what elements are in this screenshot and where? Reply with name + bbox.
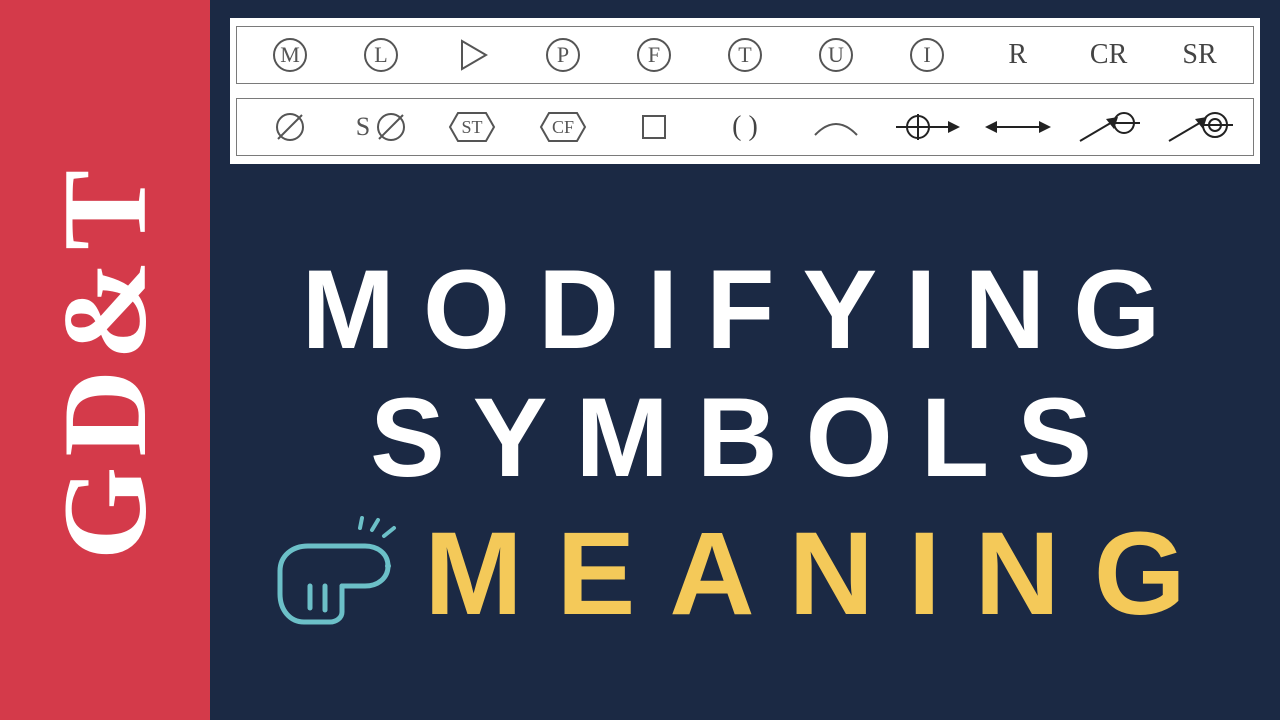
main-panel: M L P F T U I RCRSR S ST CF ( ) MODIFYING SYMBOLS <box>210 0 1280 720</box>
meaning-row: MEANING <box>270 515 1219 633</box>
svg-text:P: P <box>557 42 569 67</box>
svg-text:CF: CF <box>552 117 574 137</box>
circled-t-icon: T <box>700 35 791 75</box>
circled-l-icon: L <box>336 35 427 75</box>
letters-sr-icon: SR <box>1154 39 1245 71</box>
svg-text:T: T <box>738 42 752 67</box>
circled-f-icon: F <box>609 35 700 75</box>
letter-r-icon: R <box>972 39 1063 71</box>
symbol-panel: M L P F T U I RCRSR S ST CF ( ) <box>230 18 1260 164</box>
circled-m-icon: M <box>245 35 336 75</box>
sidebar: GD&T <box>0 0 210 720</box>
arc-icon <box>790 107 881 147</box>
headline-line-2: SYMBOLS <box>370 379 1120 497</box>
circled-u-icon: U <box>790 35 881 75</box>
parentheses-icon: ( ) <box>700 111 791 143</box>
circled-p-icon: P <box>518 35 609 75</box>
circled-i-icon: I <box>881 35 972 75</box>
leader-circle-icon <box>1063 107 1154 147</box>
hex-st-icon: ST <box>427 107 518 147</box>
hex-cf-icon: CF <box>518 107 609 147</box>
svg-text:U: U <box>828 42 844 67</box>
svg-text:L: L <box>375 42 388 67</box>
leader-concentric-icon <box>1154 107 1245 147</box>
symbol-row-1: M L P F T U I RCRSR <box>236 26 1254 84</box>
double-arrow-icon <box>972 107 1063 147</box>
headline-line-3: MEANING <box>424 515 1219 633</box>
svg-text:S: S <box>356 112 370 141</box>
headline-line-1: MODIFYING <box>302 251 1189 369</box>
spherical-diameter-icon: S <box>336 107 427 147</box>
svg-text:I: I <box>923 42 930 67</box>
pointing-hand-icon <box>270 516 400 631</box>
svg-text:ST: ST <box>462 117 483 137</box>
sidebar-title: GD&T <box>45 160 165 560</box>
letters-cr-icon: CR <box>1063 39 1154 71</box>
square-icon <box>609 107 700 147</box>
circle-arrow-right-icon <box>881 107 972 147</box>
triangle-right-icon <box>427 35 518 75</box>
diameter-icon <box>245 107 336 147</box>
svg-text:M: M <box>281 42 301 67</box>
headline: MODIFYING SYMBOLS <box>210 164 1280 720</box>
svg-text:F: F <box>648 42 660 67</box>
symbol-row-2: S ST CF ( ) <box>236 98 1254 156</box>
